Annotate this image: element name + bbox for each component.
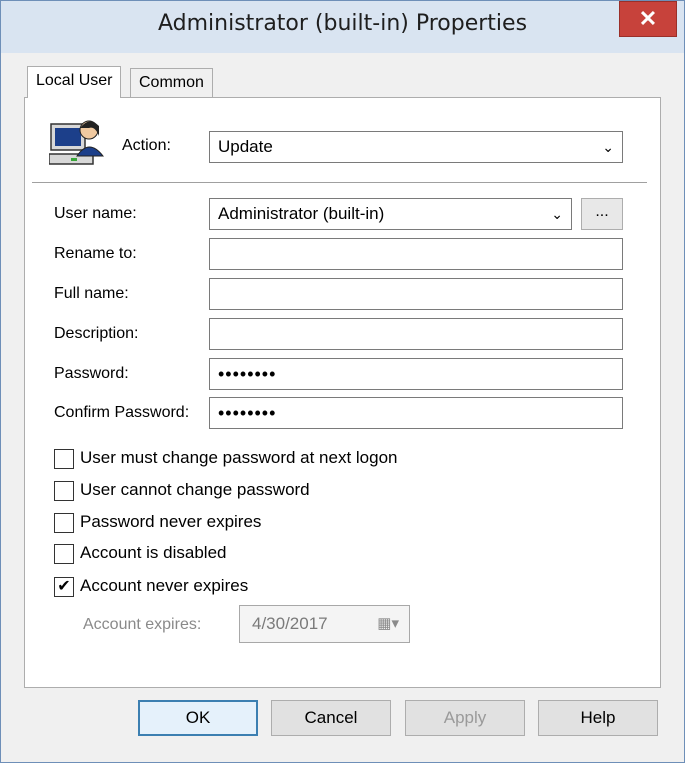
description-input[interactable] (209, 318, 623, 350)
chevron-down-icon: ⌄ (602, 139, 614, 155)
rename-input[interactable] (209, 238, 623, 270)
window-title: Administrator (built-in) Properties (157, 11, 528, 36)
checkbox-box[interactable]: ✔ (54, 577, 74, 597)
title-bar[interactable]: Administrator (built-in) Properties ✕ (1, 1, 684, 53)
username-select[interactable]: Administrator (built-in) ⌄ (209, 198, 572, 230)
confirm-password-label: Confirm Password: (54, 404, 190, 421)
tab-local-user-label: Local User (36, 72, 113, 89)
calendar-icon[interactable]: ▦▾ (377, 606, 399, 642)
username-label: User name: (54, 205, 137, 222)
chevron-down-icon: ⌄ (551, 206, 563, 222)
tab-common-label: Common (139, 74, 204, 91)
username-value: Administrator (built-in) (218, 204, 385, 223)
account-expires-label: Account expires: (83, 616, 202, 633)
checkbox-label: User cannot change password (80, 480, 310, 499)
cancel-button[interactable]: Cancel (271, 700, 391, 736)
checkbox-box[interactable] (54, 449, 74, 469)
user-computer-icon (49, 120, 105, 165)
checkmark-icon: ✔ (57, 578, 71, 595)
tab-common[interactable]: Common (130, 68, 213, 98)
help-button[interactable]: Help (538, 700, 658, 736)
browse-button[interactable]: ... (581, 198, 623, 230)
account-expires-value: 4/30/2017 (252, 614, 328, 633)
fullname-input[interactable] (209, 278, 623, 310)
tab-local-user[interactable]: Local User (27, 66, 122, 98)
tab-panel (24, 97, 661, 688)
checkbox-box[interactable] (54, 544, 74, 564)
account-expires-date-picker[interactable]: 4/30/2017 ▦▾ (239, 605, 410, 643)
description-label: Description: (54, 325, 139, 342)
close-icon: ✕ (638, 6, 658, 31)
close-button[interactable]: ✕ (619, 1, 677, 37)
action-label: Action: (122, 137, 171, 154)
checkbox-label: Password never expires (80, 512, 262, 531)
checkbox-label: Account is disabled (80, 543, 227, 562)
fullname-label: Full name: (54, 285, 129, 302)
rename-label: Rename to: (54, 245, 137, 262)
password-input[interactable]: •••••••• (209, 358, 623, 390)
checkbox-box[interactable] (54, 481, 74, 501)
checkbox-label: Account never expires (80, 576, 249, 595)
password-label: Password: (54, 365, 129, 382)
checkbox-label: User must change password at next logon (80, 448, 398, 467)
ok-button[interactable]: OK (138, 700, 258, 736)
confirm-password-input[interactable]: •••••••• (209, 397, 623, 429)
action-select[interactable]: Update ⌄ (209, 131, 623, 163)
apply-button[interactable]: Apply (405, 700, 525, 736)
checkbox-box[interactable] (54, 513, 74, 533)
separator (32, 182, 647, 183)
action-value: Update (218, 137, 273, 156)
